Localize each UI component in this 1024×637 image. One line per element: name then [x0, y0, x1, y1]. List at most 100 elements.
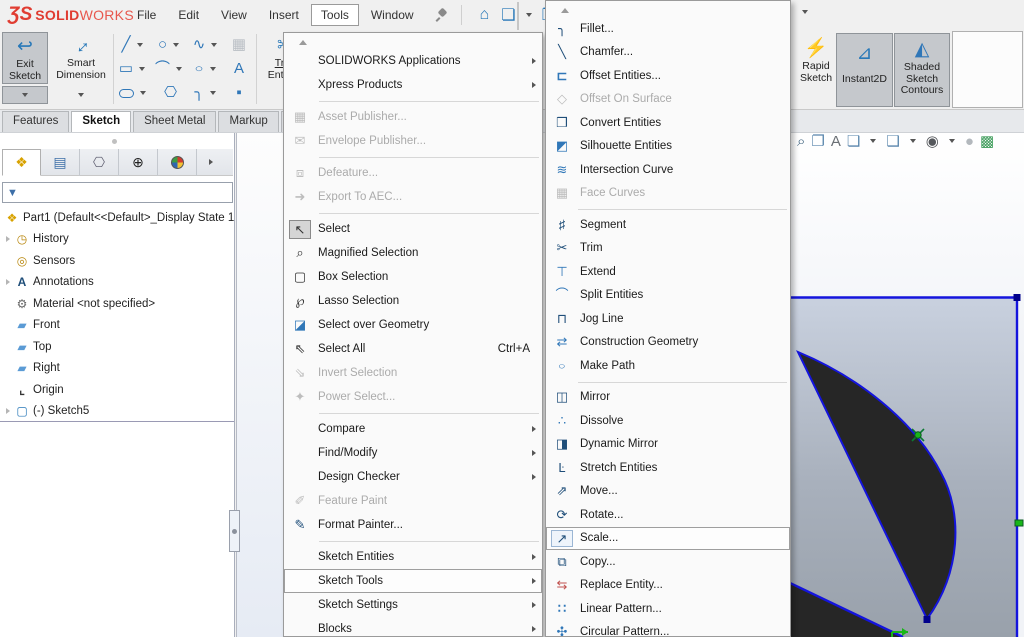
menu-item-silhouette-entities[interactable]: ◩Silhouette Entities	[546, 135, 790, 159]
home-icon[interactable]: ⌂	[480, 6, 490, 24]
tree-item-annotations[interactable]: A Annotations	[0, 272, 235, 294]
pin-menubar-icon[interactable]	[435, 8, 449, 22]
view-orientation-caret-icon[interactable]	[910, 139, 916, 143]
menu-item-blocks[interactable]: Blocks	[284, 617, 542, 637]
tree-item-origin[interactable]: ⌞ Origin	[0, 379, 235, 401]
menu-item-replace-entity[interactable]: ⇆Replace Entity...	[546, 574, 790, 598]
expand-arrow-icon[interactable]	[6, 279, 10, 285]
new-document-icon[interactable]: ❏	[501, 5, 515, 25]
menu-item-chamfer[interactable]: ╲Chamfer...	[546, 41, 790, 65]
slot-tool-button[interactable]	[116, 81, 152, 105]
menubar-item-insert[interactable]: Insert	[259, 4, 309, 26]
zoom-to-area-icon[interactable]: ❐	[811, 132, 824, 150]
line-tool-button[interactable]: ╱	[116, 33, 152, 57]
circle-caret-icon[interactable]	[173, 43, 179, 47]
exit-sketch-button[interactable]: ↩ Exit Sketch	[2, 32, 48, 84]
menu-item-extend[interactable]: ⊤Extend	[546, 260, 790, 284]
menu-item-circular-pattern[interactable]: ✣Circular Pattern...	[546, 621, 790, 637]
menu-item-xpress-products[interactable]: Xpress Products	[284, 73, 542, 97]
menu-item-move[interactable]: ⇗Move...	[546, 480, 790, 504]
vertex-point[interactable]	[1014, 294, 1021, 301]
menu-item-make-path[interactable]: ○Make Path	[546, 354, 790, 378]
tab-sketch[interactable]: Sketch	[71, 111, 131, 132]
tree-item-sensors[interactable]: ◎ Sensors	[0, 250, 235, 272]
point-tool-button[interactable]: ▪	[225, 81, 253, 105]
menu-item-select-over-geometry[interactable]: ◪Select over Geometry	[284, 313, 542, 337]
fillet-caret-icon[interactable]	[210, 91, 216, 95]
polygon-tool-button[interactable]: ⎔	[152, 81, 189, 105]
menu-item-dissolve[interactable]: ∴Dissolve	[546, 409, 790, 433]
menu-item-solidworks-applications[interactable]: SOLIDWORKS Applications	[284, 49, 542, 73]
panel-handle-dot[interactable]	[112, 139, 117, 144]
tree-item-front-plane[interactable]: ▰ Front	[0, 315, 235, 337]
tree-filter-input[interactable]: ▼	[2, 182, 233, 203]
menu-item-stretch-entities[interactable]: ĿStretch Entities	[546, 456, 790, 480]
tree-root-part1[interactable]: ❖ Part1 (Default<<Default>_Display State…	[0, 207, 235, 229]
menu-item-sketch-settings[interactable]: Sketch Settings	[284, 593, 542, 617]
instant2d-button[interactable]: ⊿ Instant2D	[836, 33, 893, 107]
menu-item-find-modify[interactable]: Find/Modify	[284, 441, 542, 465]
menu-item-format-painter[interactable]: ✎Format Painter...	[284, 513, 542, 537]
menubar-item-file[interactable]: File	[127, 4, 166, 26]
fillet-tool-button[interactable]: ╮	[189, 81, 225, 105]
tab-dimxpert-manager[interactable]: ⊕	[119, 149, 158, 176]
menu-item-offset-entities[interactable]: ⊏Offset Entities...	[546, 64, 790, 88]
menu-item-compare[interactable]: Compare	[284, 417, 542, 441]
vertex-point[interactable]	[924, 616, 931, 623]
menu-item-jog-line[interactable]: ⊓Jog Line	[546, 307, 790, 331]
ellipse-tool-button[interactable]: ○	[189, 57, 225, 81]
exit-sketch-flyout[interactable]	[2, 86, 48, 104]
menu-item-select-all[interactable]: ⇖Select AllCtrl+A	[284, 337, 542, 361]
smart-dimension-button[interactable]: ↔ Smart Dimension	[50, 32, 112, 84]
menu-item-dynamic-mirror[interactable]: ◨Dynamic Mirror	[546, 433, 790, 457]
graphics-viewport[interactable]	[791, 133, 1024, 637]
ellipse-caret-icon[interactable]	[210, 67, 216, 71]
tree-item-right-plane[interactable]: ▰ Right	[0, 358, 235, 380]
menu-item-construction-geometry[interactable]: ⇄Construction Geometry	[546, 331, 790, 355]
slot-caret-icon[interactable]	[140, 91, 146, 95]
tree-item-material[interactable]: ⚙ Material <not specified>	[0, 293, 235, 315]
menu-item-magnified-selection[interactable]: ⌕Magnified Selection	[284, 241, 542, 265]
expand-arrow-icon[interactable]	[6, 236, 10, 242]
splitter-handle[interactable]	[229, 510, 240, 552]
menu-item-box-selection[interactable]: ▢Box Selection	[284, 265, 542, 289]
rectangle-caret-icon[interactable]	[139, 67, 145, 71]
rectangle-tool-button[interactable]: ▭	[116, 57, 152, 81]
menu-item-fillet[interactable]: ╮Fillet...	[546, 17, 790, 41]
annotation-views-icon[interactable]: A	[831, 133, 841, 150]
tree-item-top-plane[interactable]: ▰ Top	[0, 336, 235, 358]
menu-item-scale[interactable]: ↗Scale...	[546, 527, 790, 551]
text-tool-button[interactable]: A	[225, 57, 253, 81]
panel-tab-overflow[interactable]	[197, 149, 225, 176]
spline-caret-icon[interactable]	[211, 43, 217, 47]
tree-item-sketch5[interactable]: ▢ (-) Sketch5	[0, 401, 235, 423]
menu-item-sketch-entities[interactable]: Sketch Entities	[284, 545, 542, 569]
menu-item-rotate[interactable]: ⟳Rotate...	[546, 503, 790, 527]
apply-scene-icon[interactable]: ▩	[980, 132, 994, 150]
menubar-item-edit[interactable]: Edit	[168, 4, 209, 26]
arc-caret-icon[interactable]	[176, 67, 182, 71]
hide-show-items-icon[interactable]: ◉	[926, 132, 939, 150]
submenu-scroll-up[interactable]	[546, 3, 790, 17]
menu-item-convert-entities[interactable]: ❒Convert Entities	[546, 111, 790, 135]
menu-item-mirror[interactable]: ◫Mirror	[546, 386, 790, 410]
tab-sheet-metal[interactable]: Sheet Metal	[133, 111, 216, 132]
tab-features[interactable]: Features	[2, 111, 69, 132]
tab-feature-tree[interactable]: ❖	[2, 149, 41, 176]
tree-item-history[interactable]: ◷ History	[0, 229, 235, 251]
menu-item-select[interactable]: ↖Select	[284, 217, 542, 241]
menubar-item-window[interactable]: Window	[361, 4, 424, 26]
tab-markup[interactable]: Markup	[218, 111, 278, 132]
menu-scroll-up[interactable]	[284, 35, 542, 49]
toolbar-overflow-caret-icon[interactable]	[802, 10, 808, 14]
menu-item-linear-pattern[interactable]: ∷Linear Pattern...	[546, 597, 790, 621]
menu-item-sketch-tools[interactable]: Sketch Tools	[284, 569, 542, 593]
section-view-caret-icon[interactable]	[870, 139, 876, 143]
menubar-item-view[interactable]: View	[211, 4, 257, 26]
hide-show-items-caret-icon[interactable]	[949, 139, 955, 143]
menu-item-split-entities[interactable]: ⌒Split Entities	[546, 284, 790, 308]
tab-property-manager[interactable]: ▤	[41, 149, 80, 176]
tab-configuration-manager[interactable]: ⎔	[80, 149, 119, 176]
rapid-sketch-button[interactable]: ⚡ Rapid Sketch	[797, 33, 835, 105]
menu-item-segment[interactable]: ♯Segment	[546, 213, 790, 237]
